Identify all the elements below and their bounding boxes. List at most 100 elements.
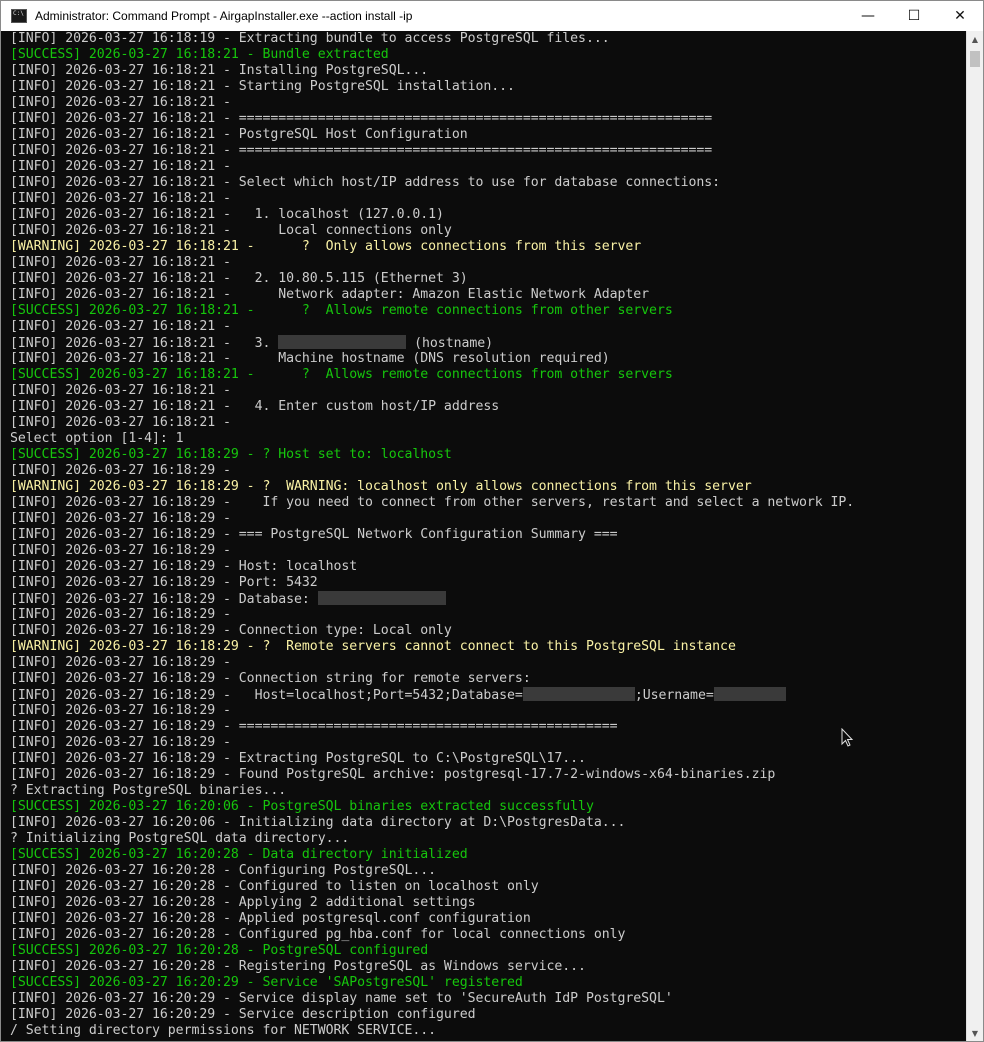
- console-line: [INFO] 2026-03-27 16:18:29 - Host=localh…: [1, 687, 967, 703]
- console-line-text: [SUCCESS] 2026-03-27 16:18:29 - ? Host s…: [10, 447, 452, 462]
- console-line: [INFO] 2026-03-27 16:18:29 -: [1, 703, 967, 719]
- scroll-up-arrow-icon[interactable]: ▲: [967, 31, 983, 47]
- console-line-text: [INFO] 2026-03-27 16:18:21 -: [10, 191, 231, 206]
- console-line-text: / Setting directory permissions for NETW…: [10, 1023, 437, 1038]
- console-line-text: [INFO] 2026-03-27 16:20:28 - Registering…: [10, 959, 586, 974]
- console-line-text: [INFO] 2026-03-27 16:18:21 - Local conne…: [10, 223, 452, 238]
- console-line-text: [INFO] 2026-03-27 16:18:29 -: [10, 511, 231, 526]
- console-line-text: [SUCCESS] 2026-03-27 16:18:21 - ? Allows…: [10, 303, 673, 318]
- console-line: [INFO] 2026-03-27 16:18:21 -: [1, 383, 967, 399]
- console-line: [INFO] 2026-03-27 16:18:29 -: [1, 511, 967, 527]
- console-line-text: [INFO] 2026-03-27 16:18:29 - If you need…: [10, 495, 855, 510]
- console-line: [INFO] 2026-03-27 16:18:29 -: [1, 607, 967, 623]
- console-line: [INFO] 2026-03-27 16:18:29 - Connection …: [1, 623, 967, 639]
- console-line-text: [INFO] 2026-03-27 16:18:29 - Host=localh…: [10, 688, 523, 703]
- redacted-text: [522, 687, 635, 701]
- console-line-text: ? Initializing PostgreSQL data directory…: [10, 831, 350, 846]
- console-line-text: [INFO] 2026-03-27 16:18:19 - Extracting …: [10, 31, 610, 46]
- console-line-text: [INFO] 2026-03-27 16:20:28 - Applied pos…: [10, 911, 531, 926]
- console-line-text: [INFO] 2026-03-27 16:18:29 - Extracting …: [10, 751, 586, 766]
- console-line: [INFO] 2026-03-27 16:18:21 - Select whic…: [1, 175, 967, 191]
- console-line: [SUCCESS] 2026-03-27 16:18:21 - ? Allows…: [1, 367, 967, 383]
- redacted-text: [713, 687, 786, 701]
- console-line-text: [INFO] 2026-03-27 16:18:21 - 2. 10.80.5.…: [10, 271, 468, 286]
- console-line: [INFO] 2026-03-27 16:20:28 - Configured …: [1, 927, 967, 943]
- console-line-text: [INFO] 2026-03-27 16:18:29 -: [10, 607, 231, 622]
- console-line: [INFO] 2026-03-27 16:20:28 - Applying 2 …: [1, 895, 967, 911]
- console-line: [SUCCESS] 2026-03-27 16:20:28 - PostgreS…: [1, 943, 967, 959]
- window-controls: — ☐ ✕: [845, 1, 983, 31]
- console-line-text: [INFO] 2026-03-27 16:18:21 - Installing …: [10, 63, 429, 78]
- console-line-text: [SUCCESS] 2026-03-27 16:18:21 - ? Allows…: [10, 367, 673, 382]
- console-line-text: [INFO] 2026-03-27 16:18:21 - ===========…: [10, 143, 713, 158]
- console-line-text: [INFO] 2026-03-27 16:18:21 - 4. Enter cu…: [10, 399, 500, 414]
- console-line-text: [SUCCESS] 2026-03-27 16:20:28 - Data dir…: [10, 847, 468, 862]
- console-line: [INFO] 2026-03-27 16:18:29 - Database:: [1, 591, 967, 607]
- console-line: ? Initializing PostgreSQL data directory…: [1, 831, 967, 847]
- console-line: [INFO] 2026-03-27 16:18:29 -: [1, 735, 967, 751]
- console-line: [INFO] 2026-03-27 16:18:29 - Found Postg…: [1, 767, 967, 783]
- console-line-text: [INFO] 2026-03-27 16:20:28 - Configured …: [10, 927, 626, 942]
- console-line: [INFO] 2026-03-27 16:18:21 -: [1, 159, 967, 175]
- console-line-text: [WARNING] 2026-03-27 16:18:29 - ? WARNIN…: [10, 479, 752, 494]
- scroll-thumb[interactable]: [970, 51, 980, 67]
- console-line-text: [INFO] 2026-03-27 16:18:21 -: [10, 95, 231, 110]
- title-bar[interactable]: Administrator: Command Prompt - AirgapIn…: [1, 1, 983, 31]
- console-line-text: [INFO] 2026-03-27 16:18:29 - Connection …: [10, 671, 531, 686]
- console-line: [SUCCESS] 2026-03-27 16:18:29 - ? Host s…: [1, 447, 967, 463]
- console-line-text: [INFO] 2026-03-27 16:18:21 - ===========…: [10, 111, 713, 126]
- console-line: [INFO] 2026-03-27 16:20:29 - Service dis…: [1, 991, 967, 1007]
- redacted-text: [317, 591, 446, 605]
- console-line-text: [INFO] 2026-03-27 16:18:29 - Host: local…: [10, 559, 358, 574]
- console-line: [INFO] 2026-03-27 16:18:21 -: [1, 191, 967, 207]
- console-line: ? Extracting PostgreSQL binaries...: [1, 783, 967, 799]
- console-line-text: [INFO] 2026-03-27 16:18:29 - Connection …: [10, 623, 452, 638]
- console-line-text: [INFO] 2026-03-27 16:20:28 - Configuring…: [10, 863, 437, 878]
- console-line-text: [INFO] 2026-03-27 16:18:29 -: [10, 735, 231, 750]
- console-line-text: [INFO] 2026-03-27 16:18:21 -: [10, 159, 231, 174]
- console-line: [INFO] 2026-03-27 16:18:29 - Host: local…: [1, 559, 967, 575]
- console-line: [INFO] 2026-03-27 16:20:28 - Configuring…: [1, 863, 967, 879]
- console-line-text: [WARNING] 2026-03-27 16:18:29 - ? Remote…: [10, 639, 736, 654]
- console-line: [INFO] 2026-03-27 16:18:21 - Starting Po…: [1, 79, 967, 95]
- console-line-text: [INFO] 2026-03-27 16:18:21 -: [10, 319, 231, 334]
- maximize-button[interactable]: ☐: [891, 1, 937, 31]
- console-line-text: [INFO] 2026-03-27 16:18:21 -: [10, 415, 231, 430]
- console-line-text: [SUCCESS] 2026-03-27 16:20:29 - Service …: [10, 975, 523, 990]
- console-line-text: [INFO] 2026-03-27 16:18:29 -: [10, 463, 231, 478]
- console-line-text: [INFO] 2026-03-27 16:20:29 - Service des…: [10, 1007, 476, 1022]
- console-line-text: [INFO] 2026-03-27 16:18:29 - Database:: [10, 592, 318, 607]
- console-line: [INFO] 2026-03-27 16:18:21 -: [1, 255, 967, 271]
- console-line: [INFO] 2026-03-27 16:18:29 - Extracting …: [1, 751, 967, 767]
- console-line: [WARNING] 2026-03-27 16:18:29 - ? Remote…: [1, 639, 967, 655]
- console-line: [INFO] 2026-03-27 16:18:21 -: [1, 95, 967, 111]
- minimize-button[interactable]: —: [845, 1, 891, 31]
- console-line: [INFO] 2026-03-27 16:20:06 - Initializin…: [1, 815, 967, 831]
- console-line: [WARNING] 2026-03-27 16:18:21 - ? Only a…: [1, 239, 967, 255]
- console-line: Select option [1-4]: 1: [1, 431, 967, 447]
- console-output[interactable]: [INFO] 2026-03-27 16:18:19 - Extracting …: [1, 31, 967, 1041]
- console-line: [INFO] 2026-03-27 16:18:29 - If you need…: [1, 495, 967, 511]
- console-line-text: ? Extracting PostgreSQL binaries...: [10, 783, 287, 798]
- console-line: [INFO] 2026-03-27 16:18:21 -: [1, 319, 967, 335]
- console-line-text: [WARNING] 2026-03-27 16:18:21 - ? Only a…: [10, 239, 642, 254]
- console-line: [SUCCESS] 2026-03-27 16:20:29 - Service …: [1, 975, 967, 991]
- console-line-text: Select option [1-4]: 1: [10, 431, 184, 446]
- mouse-pointer-icon: [841, 728, 854, 747]
- console-line-text: [INFO] 2026-03-27 16:20:28 - Applying 2 …: [10, 895, 476, 910]
- scroll-down-arrow-icon[interactable]: ▼: [967, 1025, 983, 1041]
- console-icon[interactable]: [11, 9, 27, 23]
- console-line-text: [INFO] 2026-03-27 16:18:29 -: [10, 543, 231, 558]
- console-line: [INFO] 2026-03-27 16:18:21 - ===========…: [1, 111, 967, 127]
- console-line: [INFO] 2026-03-27 16:18:21 - ===========…: [1, 143, 967, 159]
- console-line-text-after: (hostname): [406, 336, 494, 351]
- close-button[interactable]: ✕: [937, 1, 983, 31]
- console-line-text: [INFO] 2026-03-27 16:18:21 - Machine hos…: [10, 351, 610, 366]
- console-line: [INFO] 2026-03-27 16:18:19 - Extracting …: [1, 31, 967, 47]
- console-line-text: [INFO] 2026-03-27 16:18:21 - Select whic…: [10, 175, 721, 190]
- vertical-scrollbar[interactable]: ▲ ▼: [966, 31, 983, 1041]
- console-line: [INFO] 2026-03-27 16:18:29 - Port: 5432: [1, 575, 967, 591]
- console-line: [INFO] 2026-03-27 16:20:28 - Registering…: [1, 959, 967, 975]
- console-line: / Setting directory permissions for NETW…: [1, 1023, 967, 1039]
- console-line-text: [INFO] 2026-03-27 16:18:29 - === Postgre…: [10, 527, 618, 542]
